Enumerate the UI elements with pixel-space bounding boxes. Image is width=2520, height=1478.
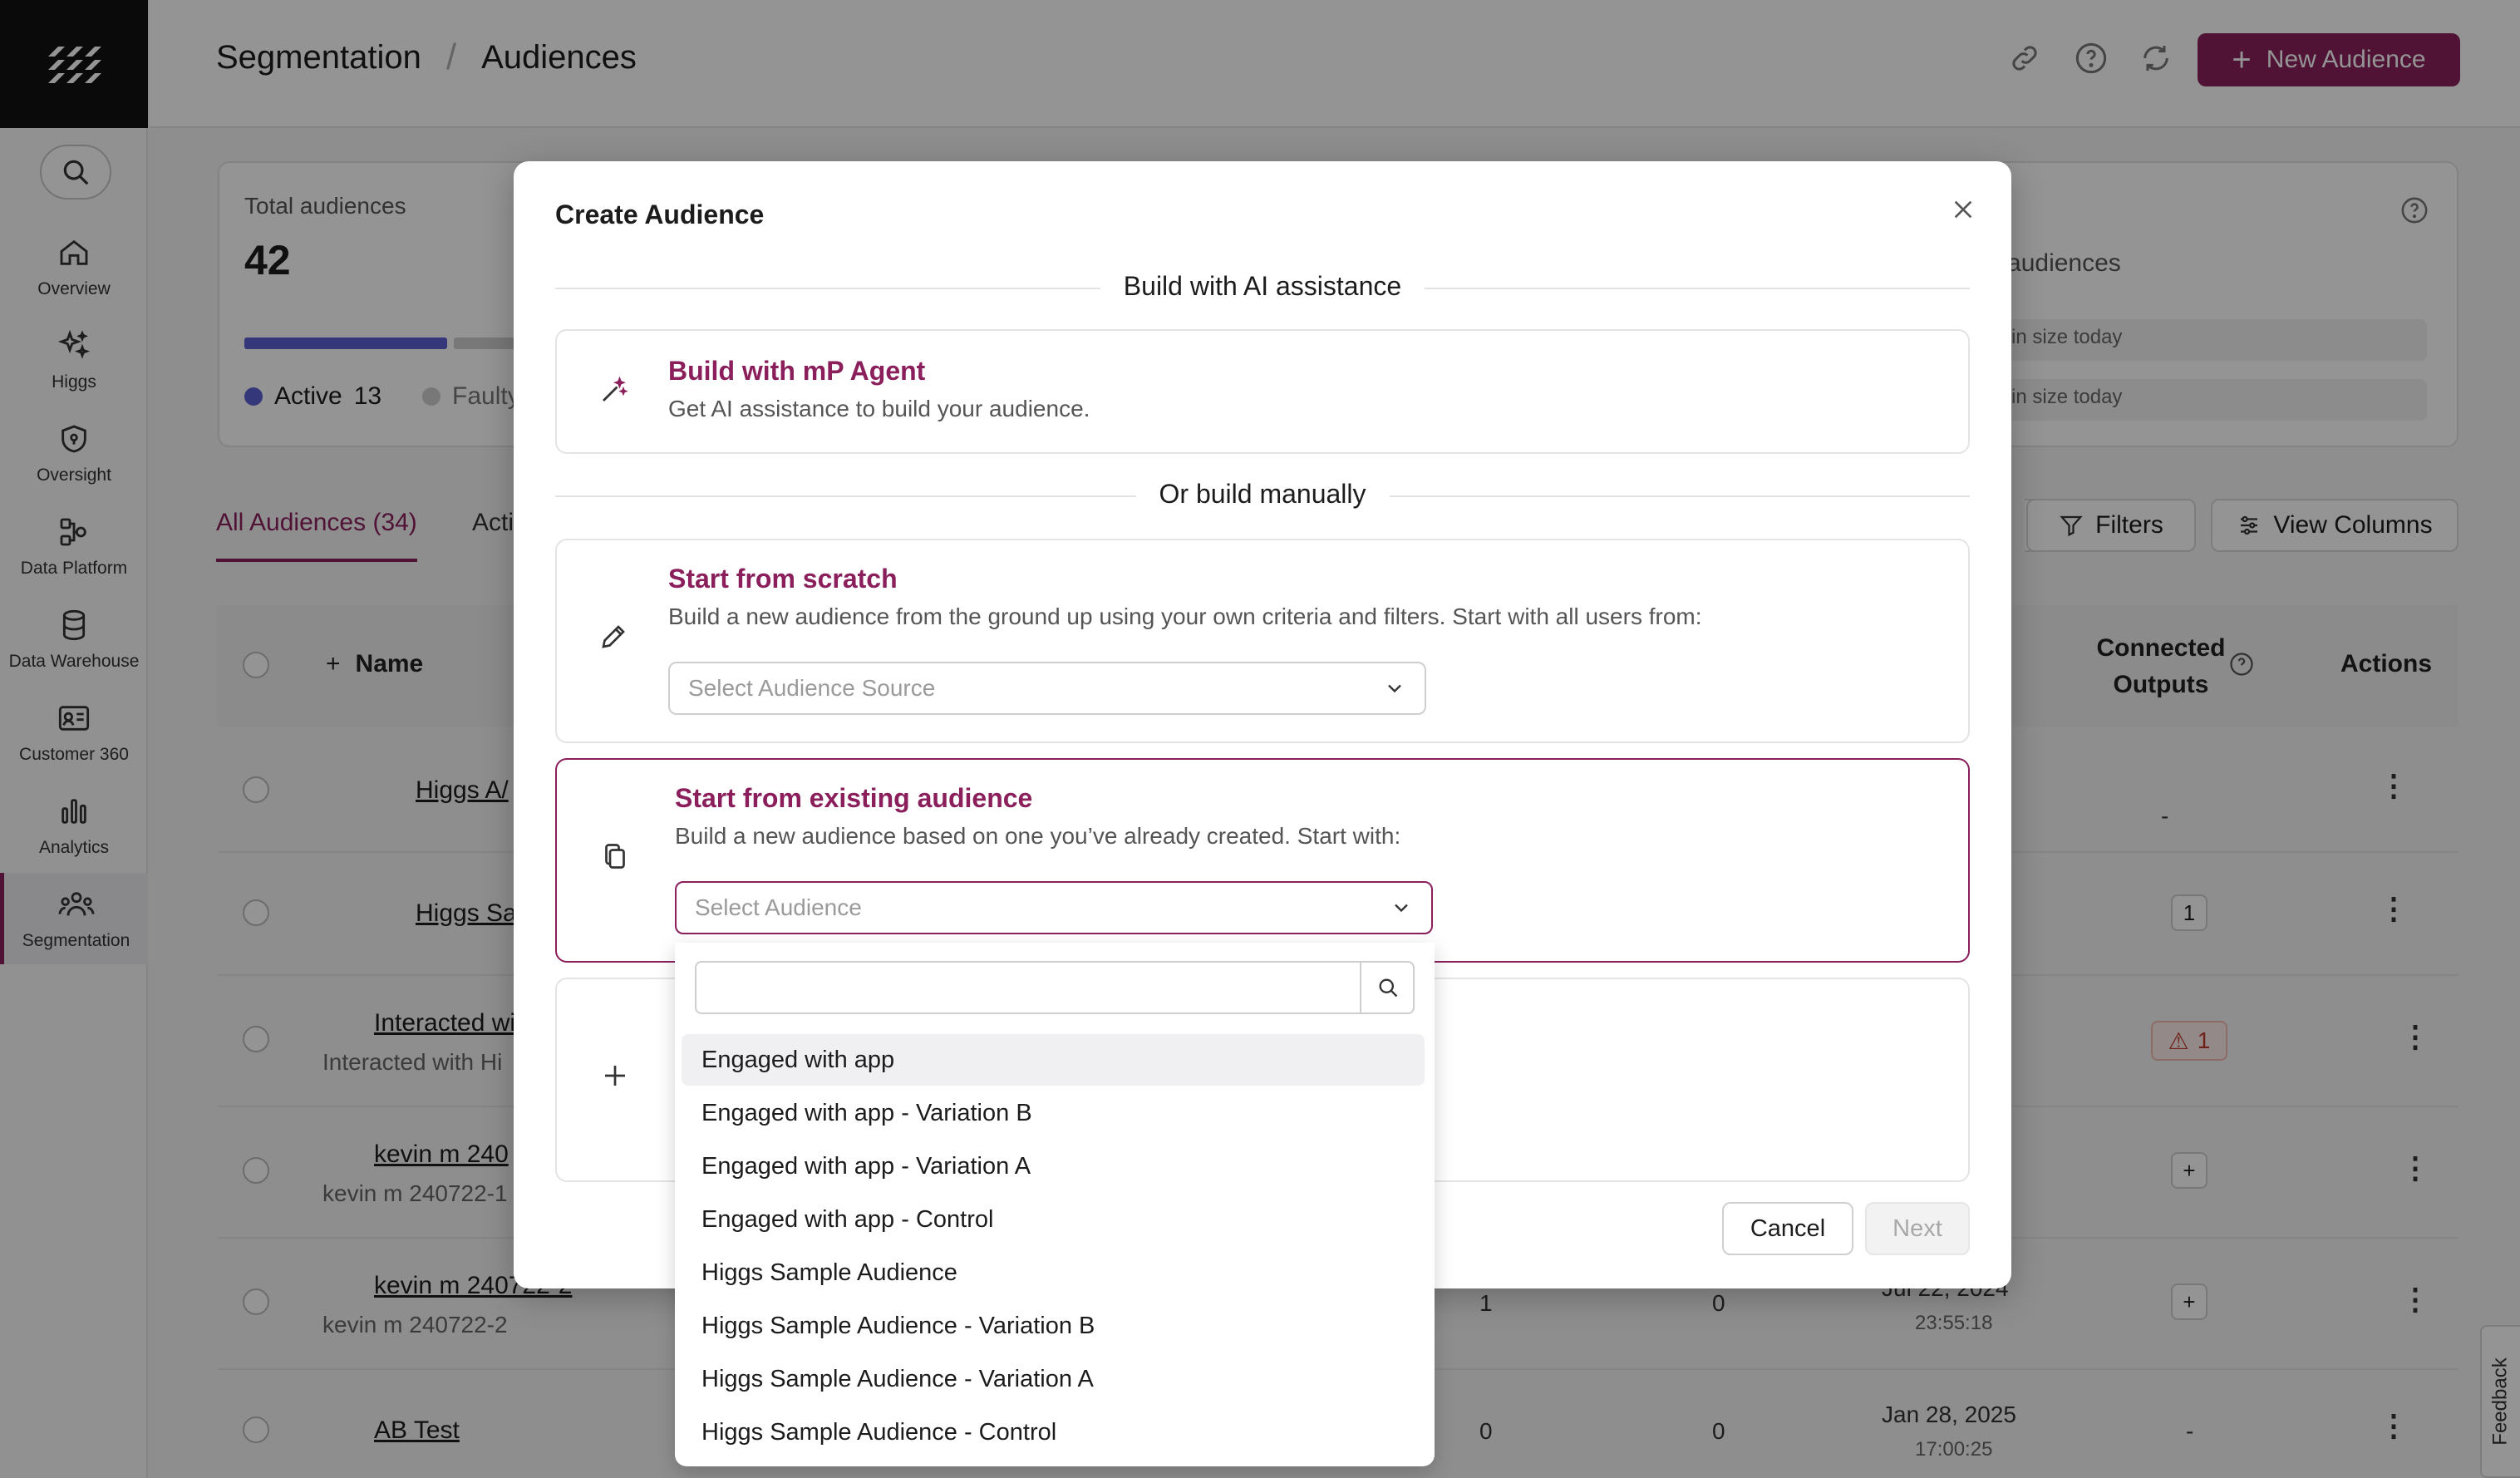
pencil-icon — [595, 618, 632, 655]
dropdown-option[interactable]: Higgs Sample Audience - Variation A — [682, 1353, 1425, 1405]
select-audience-placeholder: Select Audience — [695, 894, 862, 920]
search-button[interactable] — [1360, 961, 1415, 1014]
modal-title: Create Audience — [555, 200, 765, 229]
magic-wand-icon — [595, 372, 632, 409]
existing-description: Build a new audience based on one you’ve… — [675, 823, 1401, 849]
audience-search-input[interactable] — [695, 961, 1415, 1014]
audience-source-placeholder: Select Audience Source — [688, 675, 936, 701]
dropdown-option[interactable]: Higgs Sample Audience - Variation B — [682, 1300, 1425, 1352]
close-button[interactable] — [1947, 193, 1980, 226]
close-icon — [1954, 200, 1972, 219]
audience-source-select[interactable]: Select Audience Source — [668, 662, 1426, 715]
select-audience-dropdown[interactable]: Select Audience — [675, 881, 1433, 934]
cancel-button[interactable]: Cancel — [1722, 1202, 1853, 1255]
manual-divider-label: Or build manually — [1135, 479, 1390, 510]
agent-description: Get AI assistance to build your audience… — [668, 396, 1090, 421]
agent-title: Build with mP Agent — [668, 356, 926, 386]
copy-icon — [597, 838, 633, 874]
next-button[interactable]: Next — [1865, 1202, 1970, 1255]
dropdown-option[interactable]: Engaged with app - Variation A — [682, 1141, 1425, 1192]
chevron-down-icon — [1388, 684, 1401, 693]
ai-divider-label: Build with AI assistance — [1100, 271, 1425, 302]
search-icon — [1379, 978, 1398, 998]
build-with-agent-card[interactable] — [555, 329, 1970, 454]
dropdown-option[interactable]: Higgs Sample Audience — [682, 1247, 1425, 1298]
dropdown-option[interactable]: Engaged with app - Control — [682, 1194, 1425, 1245]
ai-divider: Build with AI assistance — [555, 271, 1970, 302]
dropdown-option[interactable]: Higgs Sample Audience - Control — [682, 1407, 1425, 1458]
dropdown-option[interactable]: Engaged with app — [682, 1034, 1425, 1086]
chevron-down-icon — [1395, 904, 1408, 913]
scratch-title: Start from scratch — [668, 564, 898, 594]
existing-title: Start from existing audience — [675, 783, 1033, 813]
scratch-description: Build a new audience from the ground up … — [668, 604, 1702, 629]
manual-divider: Or build manually — [555, 479, 1970, 510]
dropdown-option[interactable]: Engaged with app - Variation B — [682, 1087, 1425, 1139]
plus-icon — [597, 1057, 633, 1094]
